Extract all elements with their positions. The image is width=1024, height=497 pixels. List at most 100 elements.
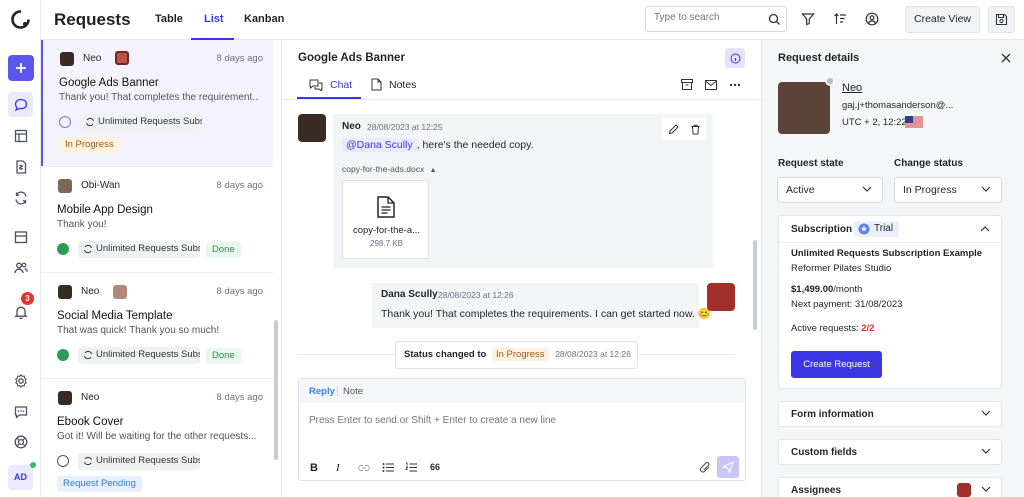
refresh-icon (84, 456, 92, 466)
clients-nav-icon[interactable] (8, 255, 33, 280)
change-status-select[interactable]: In Progress (894, 177, 1002, 203)
card-time: 8 days ago (216, 180, 263, 191)
file-attachment[interactable]: copy-for-the-a... 298.7 KB (342, 180, 429, 259)
italic-button[interactable]: I (336, 462, 340, 474)
chat-scrollbar[interactable] (753, 240, 757, 330)
tab-kanban[interactable]: Kanban (244, 13, 284, 25)
message-composer: Reply Note B I 66 (298, 378, 746, 481)
chat-tabs-divider (282, 99, 761, 100)
offline-indicator (825, 76, 835, 86)
company-name: Reformer Pilates Studio (791, 263, 892, 274)
subscription-chip: Unlimited Requests Subs (80, 114, 202, 131)
file-name: copy-for-the-a... (352, 225, 421, 236)
chevron-down-icon (981, 410, 991, 416)
list-item[interactable]: Neo 8 days ago Social Media Template Tha… (41, 272, 273, 378)
edit-message-button[interactable] (662, 118, 684, 140)
trash-icon (691, 124, 699, 134)
settings-nav-icon[interactable] (8, 368, 33, 393)
request-state-select[interactable]: Active (777, 177, 883, 203)
page-title: Requests (54, 10, 131, 29)
message-time: 28/08/2023 at 12:25 (367, 122, 443, 132)
attachment-label[interactable]: copy-for-the-ads.docx ▲ (342, 164, 437, 174)
online-indicator (30, 462, 36, 468)
attach-icon[interactable] (699, 461, 711, 474)
create-view-button[interactable]: Create View (905, 6, 980, 33)
message-author: Dana Scully (381, 289, 438, 300)
link-icon[interactable] (358, 463, 370, 473)
request-list: Neo 8 days ago Google Ads Banner Thank y… (41, 40, 282, 497)
app-logo-icon[interactable] (10, 9, 31, 30)
message-author: Neo (342, 121, 361, 132)
help-nav-icon[interactable] (8, 429, 33, 454)
chat-title: Google Ads Banner (298, 52, 405, 64)
delete-message-button[interactable] (684, 118, 706, 140)
bullet-list-icon[interactable] (382, 462, 394, 473)
message-avatar (298, 114, 326, 142)
reply-tab[interactable]: Reply (309, 386, 335, 397)
list-scrollbar[interactable] (274, 320, 278, 460)
sort-icon[interactable] (833, 12, 847, 26)
message-input[interactable] (309, 415, 729, 449)
chevron-down-icon (981, 448, 991, 454)
user-filter-icon[interactable] (865, 12, 879, 26)
mention-tag[interactable]: @Dana Scully (342, 138, 417, 152)
collapse-caret-icon[interactable]: ▲ (430, 167, 437, 174)
feedback-nav-icon[interactable] (8, 399, 33, 424)
add-button[interactable] (8, 55, 34, 81)
subscription-chip: Unlimited Requests Subs (78, 347, 200, 364)
custom-fields-section[interactable]: Custom fields (778, 439, 1002, 465)
client-name[interactable]: Neo (842, 82, 862, 94)
numbered-list-icon[interactable] (405, 462, 417, 473)
bold-button[interactable]: B (310, 462, 318, 474)
card-author: Neo (81, 286, 100, 297)
info-button[interactable] (725, 48, 745, 68)
request-details-panel: Request details Neo gaj.j+thomasanderson… (762, 40, 1024, 497)
star-badge-icon (858, 223, 870, 235)
search-box[interactable] (645, 6, 787, 32)
tab-table[interactable]: Table (155, 13, 183, 25)
document-icon (377, 196, 395, 218)
store-nav-icon[interactable] (8, 224, 33, 249)
chat-nav-icon[interactable] (8, 92, 33, 117)
done-check-icon (57, 243, 69, 255)
user-avatar[interactable]: AD (8, 465, 33, 490)
assignee-avatar (115, 51, 129, 65)
subscription-divider (779, 242, 1001, 243)
assignees-section[interactable]: Assignees (778, 477, 1002, 497)
refresh-icon (86, 117, 94, 127)
status-badge: Request Pending (57, 476, 142, 492)
message-time: 28/08/2023 at 12:26 (438, 290, 514, 300)
list-item[interactable]: Obi-Wan 8 days ago Mobile App Design Tha… (41, 166, 273, 272)
layout-nav-icon[interactable] (8, 123, 33, 148)
send-icon (722, 461, 734, 473)
details-title: Request details (778, 52, 860, 64)
message-avatar (707, 283, 735, 311)
note-tab[interactable]: Note (343, 386, 363, 397)
subscriptions-nav-icon[interactable] (8, 185, 33, 210)
list-item[interactable]: Neo 8 days ago Google Ads Banner Thank y… (41, 40, 273, 166)
list-item[interactable]: Neo 8 days ago Ebook Cover Got it! Will … (41, 378, 273, 497)
more-options-icon[interactable] (729, 83, 741, 87)
close-icon[interactable] (1001, 53, 1011, 63)
invoice-nav-icon[interactable] (8, 154, 33, 179)
form-information-section[interactable]: Form information (778, 401, 1002, 427)
chat-bubbles-icon (309, 79, 323, 91)
tab-list[interactable]: List (204, 13, 224, 25)
client-email: gaj.j+thomasanderson@... (842, 100, 954, 111)
quote-button[interactable]: 66 (430, 462, 440, 472)
search-input[interactable] (654, 12, 764, 23)
search-icon[interactable] (768, 13, 781, 26)
filter-icon[interactable] (801, 12, 815, 26)
assignee-avatar (957, 483, 971, 497)
in-progress-icon (59, 116, 71, 128)
send-button[interactable] (717, 456, 739, 478)
create-request-button[interactable]: Create Request (791, 351, 882, 378)
save-view-button[interactable] (988, 6, 1015, 33)
chevron-up-icon[interactable] (980, 226, 990, 232)
archive-icon[interactable] (681, 79, 693, 90)
card-message: That was quick! Thank you so much! (57, 325, 220, 336)
status-badge: Done (206, 348, 241, 364)
mail-icon[interactable] (705, 80, 717, 90)
notes-icon (371, 78, 382, 91)
pencil-icon (668, 123, 679, 134)
